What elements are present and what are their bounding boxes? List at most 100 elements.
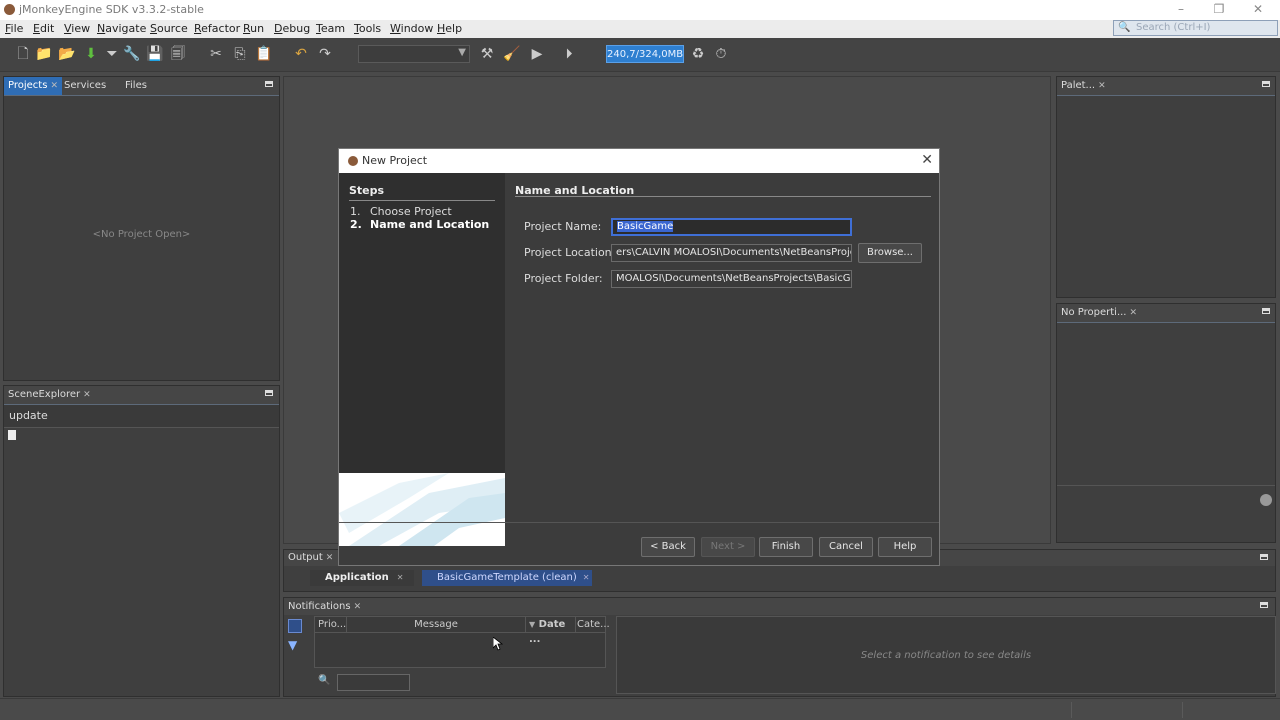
project-location-label: Project Location: bbox=[524, 246, 616, 259]
save-all-icon[interactable]: 🗐 bbox=[169, 45, 187, 63]
new-project-icon[interactable]: 📁 bbox=[35, 45, 53, 63]
menu-run[interactable]: Run bbox=[243, 22, 264, 35]
properties-tabstrip: No Properti... ✕ bbox=[1057, 304, 1275, 323]
tab-palette[interactable]: Palet... ✕ bbox=[1057, 77, 1110, 95]
memory-usage-indicator[interactable]: 240,7/324,0MB bbox=[606, 45, 684, 63]
notification-details: Select a notification to see details bbox=[616, 616, 1276, 694]
copy-icon[interactable]: ⎘ bbox=[231, 45, 249, 63]
scroll-handle[interactable] bbox=[1260, 494, 1272, 506]
menu-navigate[interactable]: Navigate bbox=[97, 22, 146, 35]
configuration-combo[interactable]: ▼ bbox=[358, 45, 470, 63]
menu-view[interactable]: View bbox=[64, 22, 90, 35]
close-window-button[interactable]: ✕ bbox=[1248, 2, 1268, 18]
column-priority[interactable]: Prio... bbox=[318, 617, 347, 632]
open-project-icon[interactable]: 📂 bbox=[58, 45, 76, 63]
project-folder-field[interactable]: MOALOSI\Documents\NetBeansProjects\Basic… bbox=[611, 270, 852, 288]
project-name-value: BasicGame bbox=[617, 221, 674, 232]
minimize-icon[interactable] bbox=[1260, 602, 1268, 608]
finish-button[interactable]: Finish bbox=[759, 537, 813, 557]
properties-panel: No Properti... ✕ bbox=[1056, 303, 1276, 543]
quick-search-input[interactable]: 🔍 Search (Ctrl+I) bbox=[1113, 20, 1278, 36]
tab-application-label: Application bbox=[325, 572, 389, 583]
back-button[interactable]: < Back bbox=[641, 537, 695, 557]
redo-icon[interactable]: ↷ bbox=[316, 45, 334, 63]
filter-icon[interactable]: ⏷ bbox=[103, 45, 121, 63]
notification-toggle-icon[interactable] bbox=[288, 619, 302, 633]
menu-team[interactable]: Team bbox=[316, 22, 345, 35]
close-icon[interactable]: ✕ bbox=[1098, 81, 1106, 91]
close-icon[interactable]: ✕ bbox=[1130, 308, 1138, 318]
minimize-icon[interactable] bbox=[1262, 81, 1270, 87]
new-file-icon[interactable]: 🗋 bbox=[14, 45, 32, 63]
tab-output[interactable]: Output ✕ bbox=[284, 550, 337, 566]
project-location-field[interactable]: ers\CALVIN MOALOSI\Documents\NetBeansPro… bbox=[611, 244, 852, 262]
minimize-icon[interactable] bbox=[1260, 554, 1268, 560]
menu-help[interactable]: Help bbox=[437, 22, 462, 35]
next-button[interactable]: Next > bbox=[701, 537, 755, 557]
sort-icon: ▼ bbox=[529, 620, 536, 629]
step-choose-project: 1. Choose Project bbox=[350, 205, 452, 218]
close-icon[interactable]: ✕ bbox=[583, 573, 590, 582]
filter-icon[interactable]: ▼ bbox=[288, 638, 297, 652]
window-title: jMonkeyEngine SDK v3.3.2-stable bbox=[19, 3, 204, 16]
menu-debug[interactable]: Debug bbox=[274, 22, 310, 35]
gc-icon[interactable]: ♻ bbox=[689, 45, 707, 63]
scene-explorer-panel: SceneExplorer ✕ update bbox=[3, 385, 280, 697]
update-button[interactable]: update bbox=[4, 405, 279, 428]
cancel-button[interactable]: Cancel bbox=[819, 537, 873, 557]
wrench-icon[interactable]: 🔧 bbox=[123, 45, 141, 63]
minimize-icon[interactable] bbox=[1262, 308, 1270, 314]
minimize-icon[interactable] bbox=[265, 390, 273, 396]
tab-properties[interactable]: No Properti... ✕ bbox=[1057, 304, 1141, 322]
menu-file[interactable]: File bbox=[5, 22, 23, 35]
close-icon[interactable]: ✕ bbox=[397, 573, 404, 582]
cut-icon[interactable]: ✂ bbox=[207, 45, 225, 63]
build-icon[interactable]: ⚒ bbox=[478, 45, 496, 63]
close-icon[interactable]: ✕ bbox=[50, 81, 58, 91]
column-message[interactable]: Message bbox=[347, 617, 526, 632]
tab-projects-label: Projects bbox=[8, 80, 48, 91]
download-icon[interactable]: ⬇ bbox=[82, 45, 100, 63]
menu-tools[interactable]: Tools bbox=[354, 22, 381, 35]
clean-build-icon[interactable]: 🧹 bbox=[503, 45, 521, 63]
dialog-close-button[interactable]: ✕ bbox=[921, 152, 933, 168]
close-icon[interactable]: ✕ bbox=[354, 602, 362, 612]
steps-pane: Steps 1. Choose Project 2. Name and Locati… bbox=[339, 173, 505, 546]
tab-notifications[interactable]: Notifications ✕ bbox=[284, 598, 365, 615]
notification-search-input[interactable] bbox=[337, 674, 410, 691]
paste-icon[interactable]: 📋 bbox=[255, 45, 273, 63]
menu-window[interactable]: Window bbox=[390, 22, 433, 35]
tab-scene-explorer[interactable]: SceneExplorer ✕ bbox=[4, 386, 95, 404]
tab-services[interactable]: Services bbox=[60, 77, 110, 95]
steps-header: Steps bbox=[349, 184, 385, 197]
tab-application[interactable]: Application ✕ bbox=[310, 570, 414, 586]
project-name-field[interactable]: BasicGame bbox=[611, 218, 852, 236]
wizard-banner-graphic bbox=[339, 473, 505, 546]
browse-button[interactable]: Browse... bbox=[858, 243, 922, 263]
restore-button[interactable]: ❐ bbox=[1209, 2, 1229, 18]
tab-projects[interactable]: Projects ✕ bbox=[4, 77, 62, 95]
step-label: Choose Project bbox=[370, 205, 452, 218]
content-divider bbox=[515, 196, 931, 197]
tab-basicgametemplate-clean[interactable]: BasicGameTemplate (clean) ✕ bbox=[422, 570, 592, 586]
profile-icon[interactable]: ⏱ bbox=[712, 45, 730, 63]
tab-files[interactable]: Files bbox=[121, 77, 151, 95]
minimize-button[interactable]: – bbox=[1171, 2, 1191, 18]
steps-divider bbox=[349, 200, 495, 201]
minimize-icon[interactable] bbox=[265, 81, 273, 87]
palette-panel: Palet... ✕ bbox=[1056, 76, 1276, 298]
column-category[interactable]: Cate... bbox=[577, 617, 610, 632]
run-icon[interactable]: ▶ bbox=[528, 45, 546, 63]
close-icon[interactable]: ✕ bbox=[326, 553, 334, 563]
help-button[interactable]: Help bbox=[878, 537, 932, 557]
column-date[interactable]: ▼ Date ... bbox=[529, 617, 576, 645]
menu-refactor[interactable]: Refactor bbox=[194, 22, 240, 35]
debug-icon[interactable]: ⏵ bbox=[560, 45, 578, 63]
undo-icon[interactable]: ↶ bbox=[292, 45, 310, 63]
dialog-title: New Project bbox=[362, 154, 428, 167]
menu-edit[interactable]: Edit bbox=[33, 22, 54, 35]
close-icon[interactable]: ✕ bbox=[83, 390, 91, 400]
menu-source[interactable]: Source bbox=[150, 22, 188, 35]
dialog-title-bar: New Project ✕ bbox=[339, 149, 939, 173]
save-icon[interactable]: 💾 bbox=[146, 45, 164, 63]
